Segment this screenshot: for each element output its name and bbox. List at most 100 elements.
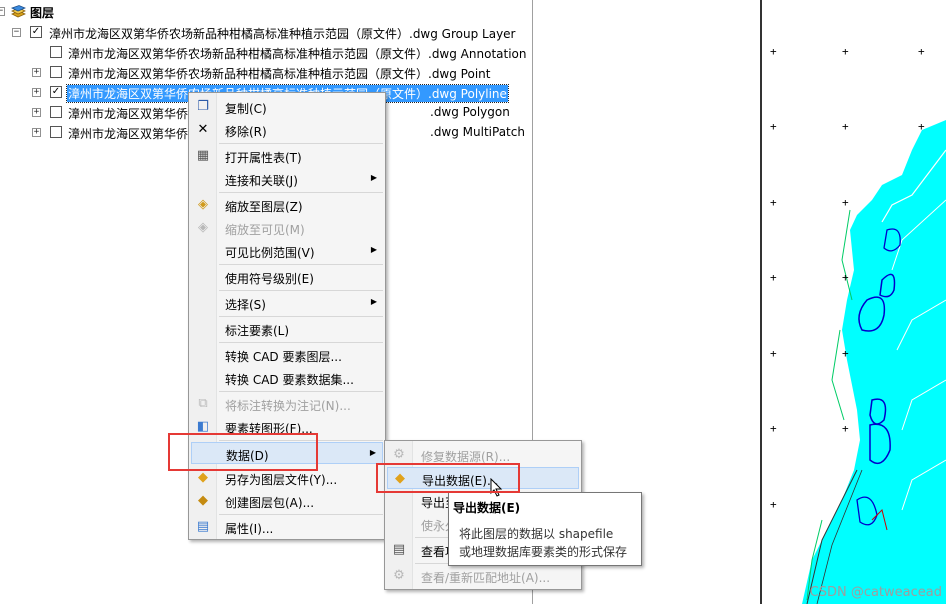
menu-item-selection[interactable]: 选择(S) ▶	[191, 292, 383, 314]
menu-separator	[219, 143, 383, 144]
layer-label-polygon[interactable]: 漳州市龙海区双第华侨	[68, 105, 188, 122]
zoom-layer-icon: ◈	[198, 197, 208, 212]
layer-label-polygon-tail[interactable]: .dwg Polygon	[430, 105, 510, 119]
grid-marker: +	[770, 498, 777, 511]
menu-item-convert-cad-layer[interactable]: 转换 CAD 要素图层...	[191, 344, 383, 366]
menu-item-remove[interactable]: ✕ 移除(R)	[191, 119, 383, 141]
menu-item-label: 缩放至可见(M)	[225, 223, 305, 237]
submenu-arrow-icon: ▶	[369, 448, 376, 457]
group-layer-checkbox[interactable]: ✓	[30, 26, 42, 38]
menu-separator	[219, 192, 383, 193]
menu-item-open-attribute-table[interactable]: ▦ 打开属性表(T)	[191, 145, 383, 167]
layer-expander-polygon[interactable]: +	[32, 108, 41, 117]
menu-item-zoom-to-visible[interactable]: ◈ 缩放至可见(M)	[191, 217, 383, 239]
menu-item-properties[interactable]: ▤ 属性(I)...	[191, 516, 383, 538]
submenu-arrow-icon: ▶	[370, 173, 377, 182]
grid-marker: +	[842, 271, 849, 284]
map-view[interactable]: + + + + + + + + + + + + + + +	[762, 0, 946, 604]
menu-item-label: 使用符号级别(E)	[225, 272, 314, 286]
grid-marker: +	[770, 422, 777, 435]
layer-expander-polyline[interactable]: +	[32, 88, 41, 97]
layers-root-icon	[10, 5, 27, 19]
highlight-box-export-data	[376, 463, 520, 493]
annotation-icon: ⧉	[198, 396, 208, 411]
menu-item-zoom-to-layer[interactable]: ◈ 缩放至图层(Z)	[191, 194, 383, 216]
menu-item-create-layer-package[interactable]: ◆ 创建图层包(A)...	[191, 490, 383, 512]
layer-label-annotation[interactable]: 漳州市龙海区双第华侨农场新品种柑橘高标准种植示范园（原文件）.dwg Annot…	[68, 45, 527, 62]
layer-checkbox-polyline[interactable]: ✓	[50, 86, 62, 98]
menu-item-label: 可见比例范围(V)	[225, 246, 315, 260]
layer-context-menu: ❐ 复制(C) ✕ 移除(R) ▦ 打开属性表(T) 连接和关联(J) ▶ ◈ …	[188, 92, 386, 540]
menu-item-label: 属性(I)...	[225, 522, 274, 536]
cad-drawing	[802, 120, 946, 604]
grid-marker: +	[770, 271, 777, 284]
grid-marker: +	[770, 45, 777, 58]
layer-expander-point[interactable]: +	[32, 68, 41, 77]
tooltip-title: 导出数据(E)	[453, 501, 521, 515]
grid-marker: +	[842, 45, 849, 58]
menu-item-label: 转换 CAD 要素图层...	[225, 350, 342, 364]
grid-marker: +	[842, 120, 849, 133]
layer-checkbox-multipatch[interactable]	[50, 126, 62, 138]
submenu-arrow-icon: ▶	[370, 245, 377, 254]
menu-separator	[219, 342, 383, 343]
menu-separator	[219, 264, 383, 265]
menu-item-convert-labels[interactable]: ⧉ 将标注转换为注记(N)...	[191, 393, 383, 415]
layer-label-point[interactable]: 漳州市龙海区双第华侨农场新品种柑橘高标准种植示范园（原文件）.dwg Point	[68, 65, 490, 82]
menu-item-rematch-addresses[interactable]: ⚙ 查看/重新匹配地址(A)...	[387, 565, 579, 587]
remove-icon: ✕	[197, 122, 209, 137]
layers-root-label[interactable]: 图层	[30, 4, 54, 21]
menu-separator	[219, 514, 383, 515]
layer-label-multipatch-tail[interactable]: .dwg MultiPatch	[430, 125, 525, 139]
grid-marker: +	[918, 45, 925, 58]
tooltip-line: 或地理数据库要素类的形式保存	[459, 545, 628, 559]
menu-item-label: 将标注转换为注记(N)...	[225, 399, 351, 413]
layer-checkbox-point[interactable]	[50, 66, 62, 78]
grid-marker: +	[842, 347, 849, 360]
properties-icon: ▤	[196, 519, 210, 534]
grid-marker: +	[918, 120, 925, 133]
menu-item-copy[interactable]: ❐ 复制(C)	[191, 96, 383, 118]
layer-checkbox-annotation[interactable]	[50, 46, 62, 58]
menu-separator	[219, 290, 383, 291]
grid-marker: +	[842, 422, 849, 435]
layer-file-icon: ◆	[198, 470, 208, 485]
grid-marker: +	[770, 196, 777, 209]
menu-item-label: 创建图层包(A)...	[225, 496, 315, 510]
layer-expander-multipatch[interactable]: +	[32, 128, 41, 137]
watermark: CSDN @catweacead	[809, 585, 942, 600]
group-layer-label[interactable]: 漳州市龙海区双第华侨农场新品种柑橘高标准种植示范园（原文件）.dwg Group…	[49, 25, 516, 42]
layer-label-multipatch[interactable]: 漳州市龙海区双第华侨	[68, 125, 188, 142]
menu-separator	[219, 391, 383, 392]
export-data-tooltip: 导出数据(E) 将此图层的数据以 shapefile 或地理数据库要素类的形式保…	[448, 492, 642, 566]
menu-item-label: 缩放至图层(Z)	[225, 200, 303, 214]
menu-item-label: 转换 CAD 要素数据集...	[225, 373, 354, 387]
menu-item-label: 打开属性表(T)	[225, 151, 302, 165]
menu-separator	[219, 316, 383, 317]
root-expander[interactable]: −	[0, 7, 5, 16]
submenu-arrow-icon: ▶	[370, 297, 377, 306]
menu-item-label-features[interactable]: 标注要素(L)	[191, 318, 383, 340]
menu-item-convert-cad-dataset[interactable]: 转换 CAD 要素数据集...	[191, 367, 383, 389]
layer-checkbox-polygon[interactable]	[50, 106, 62, 118]
group-layer-expander[interactable]: −	[12, 28, 21, 37]
layer-package-icon: ◆	[198, 493, 208, 508]
menu-item-joins-relates[interactable]: 连接和关联(J) ▶	[191, 168, 383, 190]
copy-icon: ❐	[197, 99, 209, 114]
menu-item-label: 复制(C)	[225, 102, 267, 116]
menu-item-label: 连接和关联(J)	[225, 174, 298, 188]
menu-item-symbol-levels[interactable]: 使用符号级别(E)	[191, 266, 383, 288]
grid-marker: +	[842, 196, 849, 209]
repair-icon: ⚙	[393, 447, 405, 462]
menu-item-label: 标注要素(L)	[225, 324, 290, 338]
menu-item-visible-scale-range[interactable]: 可见比例范围(V) ▶	[191, 240, 383, 262]
tooltip-line: 将此图层的数据以 shapefile	[459, 527, 614, 541]
rematch-icon: ⚙	[393, 568, 405, 583]
grid-marker: +	[770, 120, 777, 133]
grid-marker: +	[770, 347, 777, 360]
menu-item-label: 查看/重新匹配地址(A)...	[421, 571, 551, 585]
table-icon: ▦	[196, 148, 210, 163]
menu-item-label: 选择(S)	[225, 298, 266, 312]
menu-item-label: 另存为图层文件(Y)...	[225, 473, 338, 487]
menu-item-label: 移除(R)	[225, 125, 267, 139]
